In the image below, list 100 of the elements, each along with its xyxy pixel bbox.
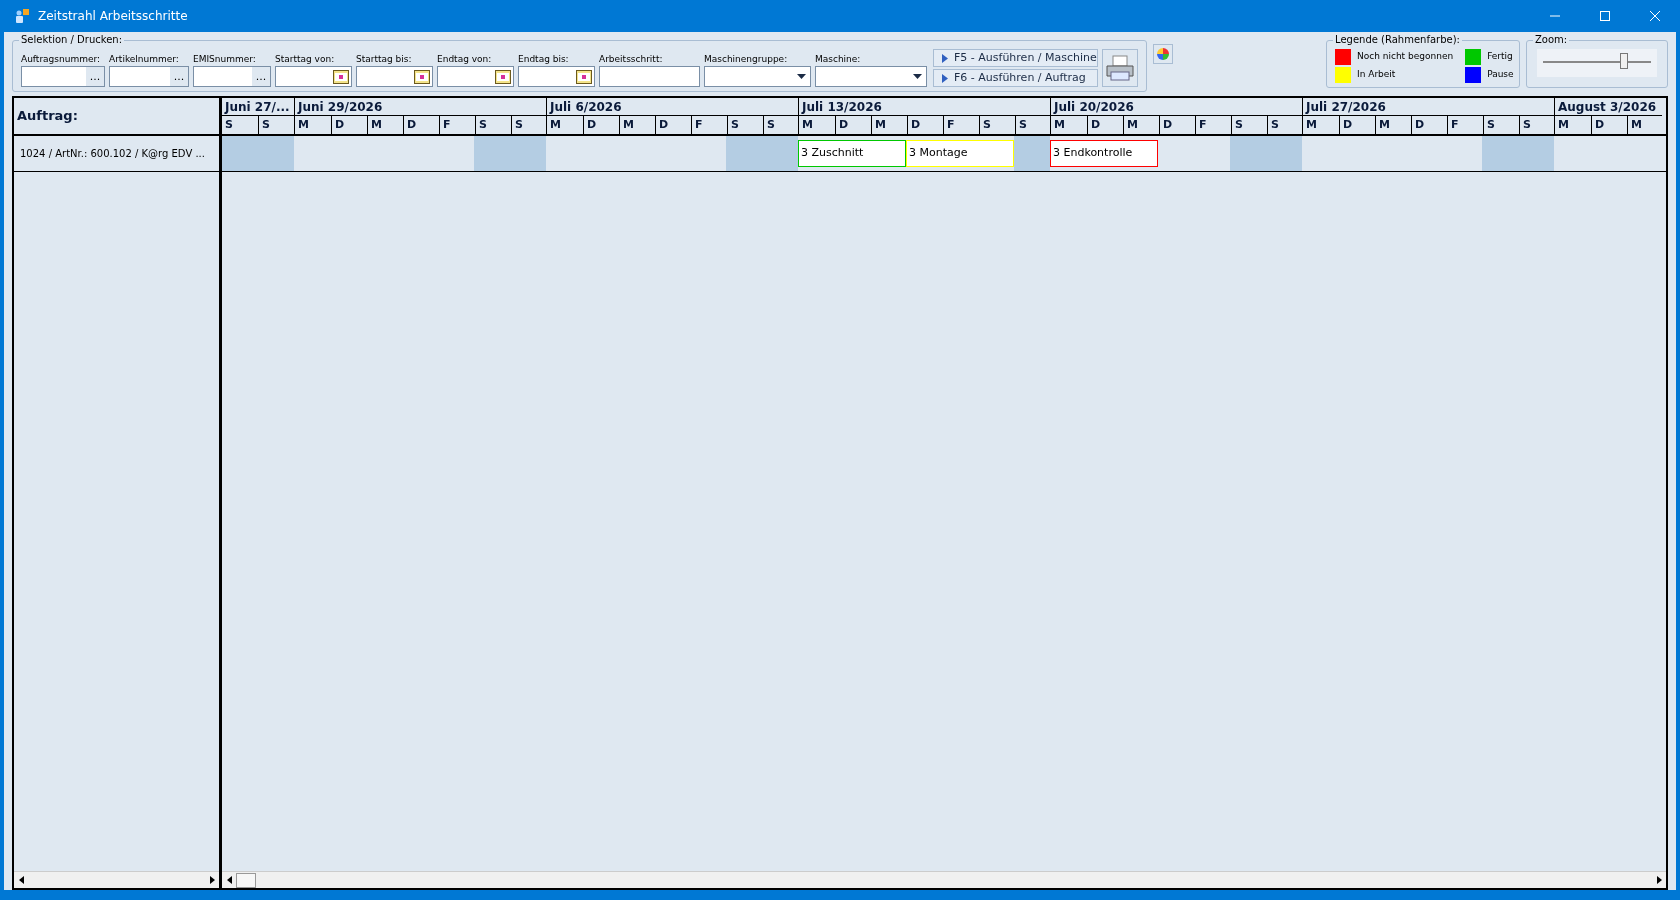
field-label: Arbeitsschritt: (599, 53, 664, 66)
slider-thumb[interactable] (1620, 53, 1628, 69)
week-label: August 3/2026 (1555, 98, 1662, 116)
horizontal-scrollbar[interactable] (14, 871, 219, 888)
calendar-icon (333, 69, 349, 84)
lookup-button[interactable]: ... (170, 67, 188, 86)
weekend-column (474, 136, 510, 171)
day-label: M (801, 117, 814, 133)
weekend-column (762, 136, 798, 171)
weekend-column (726, 136, 762, 171)
day-label: F (1447, 116, 1483, 134)
day-label: D (403, 116, 439, 134)
day-label: D (1411, 116, 1447, 134)
day-label: S (727, 116, 763, 134)
print-button[interactable] (1102, 49, 1138, 87)
app-icon (14, 8, 30, 24)
day-label: M (1375, 116, 1411, 134)
field-label: Maschinengruppe: (704, 53, 789, 66)
day-label: S (224, 117, 234, 133)
week-label: Juni 29/2026 (295, 98, 546, 116)
horizontal-scrollbar[interactable] (222, 871, 1666, 888)
legend-label: Noch nicht begonnen (1357, 50, 1454, 64)
order-label[interactable]: 1024 / ArtNr.: 600.102 / K@rg EDV ... (20, 146, 205, 161)
day-label: S (1519, 116, 1555, 134)
dropdown-arrow-icon[interactable] (913, 74, 922, 79)
day-label: F (943, 116, 979, 134)
field-label: EMISnummer: (193, 53, 257, 66)
calendar-icon (414, 69, 430, 84)
field-label: Endtag von: (437, 53, 493, 66)
run-button[interactable]: F5 - Ausführen / Maschine (933, 49, 1098, 67)
date-field[interactable] (518, 66, 595, 87)
input-field[interactable] (599, 66, 700, 87)
week-label: Juli 20/2026 (1051, 98, 1302, 116)
calendar-icon (576, 69, 592, 84)
input-field[interactable]: ... (193, 66, 271, 87)
day-label: M (1305, 117, 1318, 133)
weekend-column (258, 136, 294, 171)
zoom-slider[interactable] (1537, 49, 1657, 77)
column-header: Auftrag: (17, 107, 78, 126)
day-label: M (871, 116, 907, 134)
weekend-column (1518, 136, 1554, 171)
day-label: D (331, 116, 367, 134)
legend-label: Pause (1487, 68, 1514, 82)
field-label: Artikelnummer: (109, 53, 180, 66)
day-label: S (979, 116, 1015, 134)
day-label: S (1231, 116, 1267, 134)
input-field[interactable]: ... (109, 66, 189, 87)
day-label: S (763, 116, 799, 134)
group-title: Selektion / Drucken: (19, 34, 125, 46)
field-label: Starttag von: (275, 53, 336, 66)
day-label: M (1053, 117, 1066, 133)
day-label: M (367, 116, 403, 134)
day-label: F (691, 116, 727, 134)
field-label: Starttag bis: (356, 53, 413, 66)
field-label: Auftragsnummer: (21, 53, 102, 66)
day-label: F (439, 116, 475, 134)
day-label: F (1195, 116, 1231, 134)
week-label: Juli 27/2026 (1303, 98, 1554, 116)
lookup-button[interactable]: ... (252, 67, 270, 86)
day-label: S (1483, 116, 1519, 134)
run-button[interactable]: F6 - Ausführen / Auftrag (933, 69, 1098, 87)
day-label: M (1123, 116, 1159, 134)
day-label: S (258, 116, 294, 134)
day-label: D (835, 116, 871, 134)
week-label: Juli 13/2026 (799, 98, 1050, 116)
scroll-thumb[interactable] (236, 872, 256, 888)
field-label: Endtag bis: (518, 53, 570, 66)
task-bar[interactable]: 3 Montage (906, 140, 1014, 167)
day-label: D (583, 116, 619, 134)
date-field[interactable] (275, 66, 352, 87)
day-label: M (297, 117, 310, 133)
lookup-button[interactable]: ... (86, 67, 104, 86)
day-label: D (1087, 116, 1123, 134)
legend-label: Fertig (1487, 50, 1513, 64)
day-label: S (475, 116, 511, 134)
weekend-column (1014, 136, 1050, 171)
date-field[interactable] (356, 66, 433, 87)
day-label: M (1557, 117, 1570, 133)
group-title: Legende (Rahmenfarbe): (1333, 34, 1462, 46)
weekend-column (222, 136, 258, 171)
task-bar[interactable]: 3 Endkontrolle (1050, 140, 1158, 167)
printer-icon (1105, 54, 1135, 82)
day-label: S (1267, 116, 1303, 134)
input-field[interactable]: ... (21, 66, 105, 87)
day-label: S (511, 116, 547, 134)
week-label: Juni 27/... (222, 98, 294, 116)
group-title: Zoom: (1533, 34, 1570, 46)
calendar-icon (495, 69, 511, 84)
close-icon[interactable] (1650, 11, 1660, 21)
window-title: Zeitstrahl Arbeitsschritte (38, 8, 188, 25)
weekend-column (1266, 136, 1302, 171)
date-field[interactable] (437, 66, 514, 87)
maximize-icon[interactable] (1600, 11, 1610, 21)
dropdown-arrow-icon[interactable] (797, 74, 806, 79)
task-bar[interactable]: 3 Zuschnitt (798, 140, 906, 167)
color-wheel-button[interactable] (1153, 44, 1173, 64)
day-label: M (549, 117, 562, 133)
day-label: M (1627, 116, 1663, 134)
day-label: D (1339, 116, 1375, 134)
field-label: Maschine: (815, 53, 862, 66)
